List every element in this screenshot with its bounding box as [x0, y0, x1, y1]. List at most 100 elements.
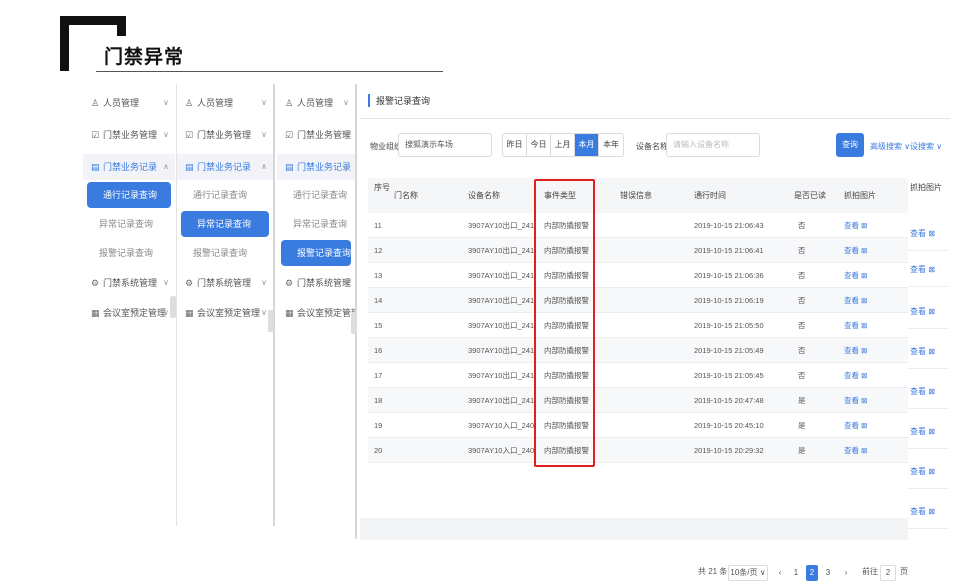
- cell-device: 3907AY10出口_241: [468, 271, 535, 280]
- sidebar-item-label: 门禁系统管理: [197, 278, 252, 288]
- sidebar-item[interactable]: ▦ 会议室预定管理 ∨: [277, 300, 355, 326]
- sidebar-item[interactable]: ☑ 门禁业务管理 ∨: [277, 122, 355, 148]
- check-square-icon: ☑: [285, 130, 294, 140]
- sidebar-item[interactable]: ⚙ 门禁系统管理 ∨: [177, 270, 273, 296]
- overlay-view-link[interactable]: 查看 ⊠: [910, 306, 935, 317]
- sidebar-item-label: 人员管理: [297, 98, 334, 108]
- sidebar-item[interactable]: ▦ 会议室预定管理 ∨: [177, 300, 273, 326]
- cell-photo-link[interactable]: 查看 ⊠: [844, 338, 867, 363]
- page-number[interactable]: 1: [790, 565, 802, 581]
- cell-photo-link[interactable]: 查看 ⊠: [844, 238, 867, 263]
- sidebar-item[interactable]: 报警记录查询: [83, 240, 175, 266]
- sidebar-item[interactable]: 通行记录查询: [177, 182, 273, 208]
- sidebar-item[interactable]: 异常记录查询: [277, 211, 355, 237]
- sidebar-item-label: 人员管理: [103, 98, 140, 108]
- cell-photo-link[interactable]: 查看 ⊠: [844, 313, 867, 338]
- sidebar-item[interactable]: ♙ 人员管理 ∨: [277, 90, 355, 116]
- sidebar-item[interactable]: ▦ 会议室预定管理 ∨: [83, 300, 175, 326]
- sidebar-item[interactable]: ▤ 门禁业务记录 ∧: [83, 154, 175, 180]
- device-label: 设备名称: [636, 142, 668, 151]
- cell-photo-link[interactable]: 查看 ⊠: [844, 413, 867, 438]
- page-number[interactable]: 2: [806, 565, 818, 581]
- sidebar-3: ♙ 人员管理 ∨ ☑ 门禁业务管理 ∨ ▤ 门禁业务记录 ∧ 通行记录查询 异常记录查询 报警记录查询…: [277, 84, 357, 539]
- page-title: 门禁异常: [104, 47, 185, 68]
- sidebar-item[interactable]: ♙ 人员管理 ∨: [83, 90, 175, 116]
- cell-photo-link[interactable]: 查看 ⊠: [844, 438, 867, 463]
- system-icon: ⚙: [285, 278, 294, 288]
- advanced-search-link[interactable]: 高级搜索 ∨: [870, 141, 910, 152]
- user-icon: ♙: [91, 98, 100, 108]
- overlay-divider: [908, 368, 948, 369]
- prev-page-button[interactable]: ‹: [774, 565, 786, 581]
- page-size-value: 10条/页: [730, 568, 758, 577]
- main-panel: 报警记录查询 物业组织 搜狐演示车场 昨日 今日 上月 本月 本年 设备名称 请输入设备…: [360, 84, 950, 581]
- cell-photo-link[interactable]: 查看 ⊠: [844, 288, 867, 313]
- meeting-icon: ▦: [185, 308, 194, 318]
- cell-photo-link[interactable]: 查看 ⊠: [844, 263, 867, 288]
- event-type-highlight: [534, 179, 595, 467]
- period-option[interactable]: 今日: [527, 134, 551, 156]
- sidebar-item[interactable]: 异常记录查询: [83, 211, 175, 237]
- sidebar-item[interactable]: ☑ 门禁业务管理 ∨: [83, 122, 175, 148]
- sidebar-collapse-handle[interactable]: [170, 296, 176, 318]
- overlay-view-link[interactable]: 查看 ⊠: [910, 426, 935, 437]
- sidebar-item[interactable]: 通行记录查询: [87, 182, 171, 208]
- next-page-button[interactable]: ›: [840, 565, 852, 581]
- cell-read: 是: [798, 396, 806, 405]
- cell-read: 是: [798, 421, 806, 430]
- sidebar-collapse-handle[interactable]: [351, 312, 357, 334]
- overlay-view-link[interactable]: 查看 ⊠: [910, 346, 935, 357]
- overlay-view-link[interactable]: 查看 ⊠: [910, 228, 935, 239]
- cell-device: 3907AY10出口_241: [468, 346, 535, 355]
- sidebar-item-label: 通行记录查询: [293, 190, 348, 200]
- sidebar-item[interactable]: ⚙ 门禁系统管理 ∨: [83, 270, 175, 296]
- sidebar-item[interactable]: ▤ 门禁业务记录 ∧: [277, 154, 355, 180]
- period-option[interactable]: 本年: [599, 134, 623, 156]
- sidebar-item-label: 人员管理: [197, 98, 234, 108]
- chevron-down-icon: ∨: [343, 98, 349, 107]
- settings-search-link[interactable]: 设搜索 ∨: [910, 141, 942, 152]
- sidebar-collapse-handle[interactable]: [268, 310, 274, 332]
- sidebar-item[interactable]: ▤ 门禁业务记录 ∧: [177, 154, 273, 180]
- query-button[interactable]: 查询: [836, 133, 864, 157]
- sidebar-item[interactable]: 通行记录查询: [277, 182, 355, 208]
- overlay-view-link[interactable]: 查看 ⊠: [910, 506, 935, 517]
- cell-read: 否: [798, 321, 806, 330]
- overlay-view-link[interactable]: 查看 ⊠: [910, 466, 935, 477]
- period-selector: 昨日 今日 上月 本月 本年: [502, 133, 624, 157]
- record-icon: ▤: [91, 162, 100, 172]
- sidebar-item[interactable]: 报警记录查询: [281, 240, 351, 266]
- sidebar-item-label: 会议室预定管理: [103, 308, 167, 318]
- cell-read: 是: [798, 446, 806, 455]
- device-name-input[interactable]: 请输入设备名称: [666, 133, 760, 157]
- chevron-up-icon: ∧: [163, 162, 169, 171]
- sidebar-item[interactable]: ♙ 人员管理 ∨: [177, 90, 273, 116]
- period-option[interactable]: 上月: [551, 134, 575, 156]
- cell-seq: 11: [374, 221, 382, 230]
- cell-photo-link[interactable]: 查看 ⊠: [844, 363, 867, 388]
- chevron-down-icon: ∨: [163, 308, 169, 317]
- cell-device: 3907AY10出口_241: [468, 321, 535, 330]
- divider: [360, 118, 950, 119]
- sidebar-item[interactable]: ☑ 门禁业务管理 ∨: [177, 122, 273, 148]
- user-icon: ♙: [185, 98, 194, 108]
- cell-seq: 17: [374, 371, 383, 380]
- overlay-view-link[interactable]: 查看 ⊠: [910, 264, 935, 275]
- record-icon: ▤: [185, 162, 194, 172]
- page-number[interactable]: 3: [822, 565, 834, 581]
- org-select[interactable]: 搜狐演示车场: [398, 133, 492, 157]
- period-option[interactable]: 昨日: [503, 134, 527, 156]
- sidebar-item[interactable]: ⚙ 门禁系统管理 ∨: [277, 270, 355, 296]
- cell-device: 3907AY10出口_241: [468, 396, 535, 405]
- cell-photo-link[interactable]: 查看 ⊠: [844, 388, 867, 413]
- cell-photo-link[interactable]: 查看 ⊠: [844, 213, 867, 238]
- table-row: 19 3907AY10入口_240 内部防撬报警 2019-10-15 20:45:1…: [368, 413, 946, 438]
- page-size-select[interactable]: 10条/页 ∨: [728, 565, 768, 581]
- cell-seq: 20: [374, 446, 383, 455]
- goto-page-input[interactable]: 2: [880, 565, 896, 581]
- sidebar-item[interactable]: 报警记录查询: [177, 240, 273, 266]
- overlay-view-link[interactable]: 查看 ⊠: [910, 386, 935, 397]
- sidebar-item[interactable]: 异常记录查询: [181, 211, 269, 237]
- period-option[interactable]: 本月: [575, 134, 599, 156]
- sidebar-item-label: 会议室预定管理: [197, 308, 261, 318]
